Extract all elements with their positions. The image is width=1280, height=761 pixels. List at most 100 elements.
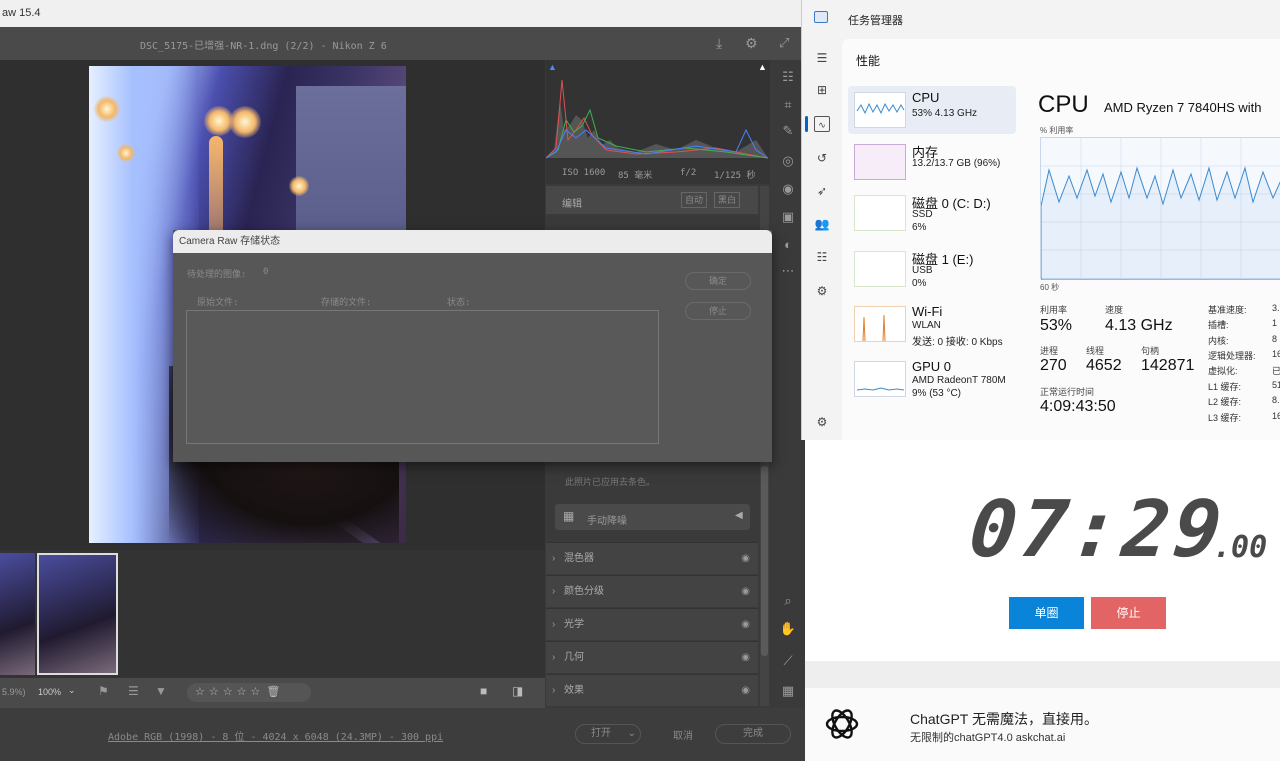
- workflow-options-link[interactable]: Adobe RGB (1998) - 8 位 - 4024 x 6048 (24…: [108, 728, 443, 743]
- sort-icon[interactable]: ☰: [128, 684, 139, 698]
- detail-value: 1: [1272, 318, 1278, 328]
- ad-subtitle: 无限制的chatGPT4.0 askchat.ai: [910, 732, 1066, 744]
- save-icon[interactable]: ⤓: [716, 35, 732, 51]
- uptime-label: 正常运行时间: [1040, 387, 1095, 397]
- eyedropper-icon[interactable]: ⟋: [779, 652, 797, 670]
- resource-wifi[interactable]: Wi-Fi WLAN 发送: 0 接收: 0 Kbps: [848, 300, 1016, 348]
- chevron-down-icon[interactable]: ⌄: [68, 685, 76, 696]
- col-source: 原始文件:: [197, 298, 239, 308]
- noise-icon: ▦: [563, 509, 575, 523]
- section-geometry[interactable]: › 几何 ◉: [546, 641, 758, 673]
- star-rating[interactable]: ☆☆☆☆☆ 🗑: [187, 683, 311, 702]
- auto-button[interactable]: 自动: [681, 192, 707, 208]
- cancel-button[interactable]: 取消: [673, 727, 693, 742]
- openai-logo-icon: [823, 705, 861, 743]
- filmstrip-thumbnail-1[interactable]: [0, 553, 35, 675]
- snapshot-icon[interactable]: ▣: [779, 208, 797, 226]
- resource-disk-0[interactable]: 磁盘 0 (C: D:) SSD 6%: [848, 189, 1016, 237]
- util-value: 53%: [1040, 317, 1073, 334]
- bw-button[interactable]: 黑白: [714, 192, 740, 208]
- pending-value: 0: [263, 267, 269, 277]
- rating-filter-icon[interactable]: ⚑: [98, 684, 109, 698]
- section-effects[interactable]: › 效果 ◉: [546, 674, 758, 706]
- util-axis-label: % 利用率: [1040, 126, 1074, 135]
- crop-icon[interactable]: ⌗: [779, 96, 797, 114]
- exif-info: ISO 1600 85 毫米 f/2 1/125 秒: [546, 160, 770, 184]
- split-view-icon[interactable]: ◨: [512, 684, 523, 698]
- chevron-down-icon[interactable]: ⌄: [628, 725, 636, 743]
- resource-line2: 9% (53 °C): [912, 388, 962, 399]
- resource-line1: USB: [912, 265, 933, 276]
- grid-icon[interactable]: ▦: [779, 682, 797, 700]
- save-status-list[interactable]: [186, 310, 659, 444]
- processes-label: 进程: [1040, 346, 1059, 356]
- heal-icon[interactable]: ✎: [779, 122, 797, 140]
- detail-key: L1 缓存:: [1208, 382, 1242, 392]
- performance-icon[interactable]: ∿: [814, 116, 830, 132]
- file-title: DSC_5175-已增强-NR-1.dng (2/2) - Nikon Z 6: [140, 41, 387, 52]
- section-mixer[interactable]: › 混色器 ◉: [546, 542, 758, 574]
- section-optics[interactable]: › 光学 ◉: [546, 608, 758, 640]
- zoom-icon[interactable]: ⌕: [779, 592, 797, 610]
- resource-line1: SSD: [912, 209, 933, 220]
- more-icon[interactable]: ⋯: [779, 262, 797, 280]
- fullscreen-icon[interactable]: ⤢: [779, 35, 795, 51]
- redeye-icon[interactable]: ◉: [779, 180, 797, 198]
- eye-icon[interactable]: ◉: [741, 576, 750, 608]
- collapse-icon[interactable]: ◀: [735, 510, 743, 521]
- trash-icon[interactable]: 🗑: [266, 686, 280, 698]
- gear-icon[interactable]: ⚙: [745, 35, 761, 51]
- settings-icon[interactable]: ⚙: [814, 414, 830, 430]
- sliders-icon[interactable]: ☷: [779, 68, 797, 86]
- stop-button[interactable]: 停止: [1091, 597, 1166, 629]
- resource-disk-1[interactable]: 磁盘 1 (E:) USB 0%: [848, 245, 1016, 293]
- resource-memory[interactable]: 内存 13.2/13.7 GB (96%): [848, 138, 1016, 186]
- time-axis-label: 60 秒: [1040, 283, 1060, 292]
- resource-line1: 53% 4.13 GHz: [912, 108, 978, 119]
- stop-button[interactable]: 停止: [685, 302, 751, 320]
- manual-nr-row[interactable]: ▦ 手动降噪 ◀: [555, 504, 750, 530]
- history-icon[interactable]: ↺: [814, 150, 830, 166]
- open-button[interactable]: 打开 ⌄: [575, 724, 641, 744]
- filter-icon[interactable]: ▼: [155, 684, 167, 698]
- detail-value: 3.: [1272, 303, 1280, 313]
- handles-value: 142871: [1141, 357, 1195, 374]
- resource-gpu[interactable]: GPU 0 AMD RadeonT 780M 9% (53 °C): [848, 355, 1016, 403]
- status-bar: Adobe RGB (1998) - 8 位 - 4024 x 6048 (24…: [0, 708, 805, 761]
- eye-icon[interactable]: ◉: [741, 642, 750, 674]
- lap-button[interactable]: 单圈: [1009, 597, 1084, 629]
- done-button[interactable]: 完成: [715, 724, 791, 744]
- memory-mini-graph: [854, 144, 906, 180]
- hand-icon[interactable]: ✋: [779, 620, 797, 638]
- stopwatch-widget: 07:29 .00 单圈 停止: [805, 440, 1280, 661]
- filmstrip-thumbnail-2[interactable]: [37, 553, 118, 675]
- startup-icon[interactable]: ➶: [814, 183, 830, 199]
- users-icon[interactable]: 👥: [814, 216, 830, 232]
- eye-icon[interactable]: ◉: [741, 609, 750, 641]
- processes-icon[interactable]: ⊞: [814, 82, 830, 98]
- hamburger-icon[interactable]: ☰: [814, 50, 830, 66]
- section-label: 几何: [564, 652, 584, 663]
- resource-cpu[interactable]: CPU 53% 4.13 GHz: [848, 86, 1016, 134]
- ok-button[interactable]: 确定: [685, 272, 751, 290]
- page-title: 性能: [856, 54, 881, 68]
- shadow-clipping-icon[interactable]: ▲: [548, 62, 557, 72]
- eye-icon[interactable]: ◉: [741, 675, 750, 707]
- details-icon[interactable]: ☷: [814, 249, 830, 265]
- compare-icon[interactable]: ■: [480, 684, 487, 698]
- highlight-clipping-icon[interactable]: ▲: [758, 62, 767, 72]
- section-color-grading[interactable]: › 颜色分级 ◉: [546, 575, 758, 607]
- cpu-model: AMD Ryzen 7 7840HS with: [1104, 100, 1262, 115]
- services-icon[interactable]: ⚙: [814, 283, 830, 299]
- mask-icon[interactable]: ◎: [779, 152, 797, 170]
- eye-icon[interactable]: ◉: [741, 543, 750, 575]
- top-bar: DSC_5175-已增强-NR-1.dng (2/2) - Nikon Z 6 …: [0, 27, 805, 60]
- histogram: ▲ ▲: [545, 60, 770, 160]
- resource-name: Wi-Fi: [912, 304, 943, 319]
- chatgpt-ad-banner[interactable]: ChatGPT 无需魔法，直接用。 无限制的chatGPT4.0 askchat…: [805, 661, 1280, 761]
- speed-value: 4.13 GHz: [1105, 317, 1173, 334]
- zoom-select[interactable]: 100%: [38, 687, 61, 697]
- scrollbar-thumb[interactable]: [761, 466, 768, 656]
- pending-label: 待处理的图像:: [187, 270, 247, 280]
- presets-icon[interactable]: ◐: [779, 236, 797, 254]
